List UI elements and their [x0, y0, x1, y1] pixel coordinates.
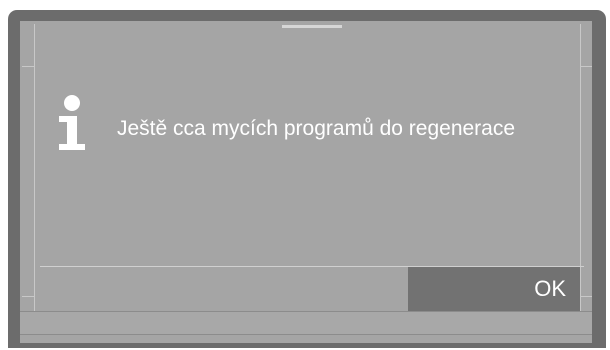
- top-handle-bar: [282, 25, 342, 28]
- frame-tick-left-bottom: [22, 296, 35, 297]
- frame-line-left: [34, 24, 35, 312]
- frame-line-right: [580, 24, 581, 312]
- frame-tick-right-top: [580, 66, 592, 67]
- frame-tick-left-top: [22, 66, 35, 67]
- info-icon: [59, 95, 85, 150]
- dialog-message: Ještě cca mycích programů do regenerace: [117, 117, 516, 140]
- frame-tick-right-bottom: [580, 296, 592, 297]
- bottom-band: [20, 311, 592, 335]
- ok-button[interactable]: OK: [408, 267, 580, 311]
- button-bar-empty-area: [36, 267, 408, 311]
